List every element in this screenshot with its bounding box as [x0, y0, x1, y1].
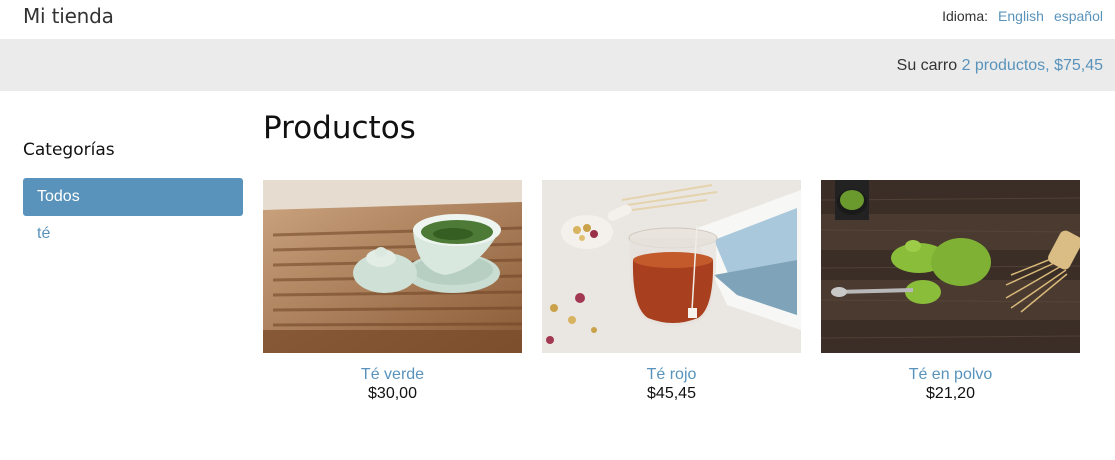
matcha-powder-photo [821, 180, 1080, 353]
product-price: $21,20 [926, 385, 975, 402]
product-card: Té rojo $45,45 [542, 180, 801, 403]
product-image-link[interactable] [542, 180, 801, 353]
page-title: Productos [263, 110, 416, 146]
cart-bar: Su carro 2 productos, $75,45 [0, 39, 1115, 91]
product-price: $45,45 [647, 385, 696, 402]
category-list: Todos té [23, 178, 243, 254]
red-tea-photo [542, 180, 801, 353]
cart-summary: Su carro 2 productos, $75,45 [897, 57, 1103, 75]
cart-link[interactable]: 2 productos, $75,45 [962, 57, 1103, 74]
categories-heading: Categorías [23, 140, 115, 160]
language-switcher: Idioma: English español [942, 8, 1103, 24]
product-image-link[interactable] [263, 180, 522, 353]
language-english-link[interactable]: English [998, 8, 1044, 24]
main-content: Productos Té verde $30,00 Té rojo $45,45… [263, 110, 1093, 403]
category-item-te[interactable]: té [23, 216, 243, 254]
green-tea-photo [263, 180, 522, 353]
language-label: Idioma: [942, 8, 989, 24]
product-card: Té en polvo $21,20 [821, 180, 1080, 403]
category-item-todos[interactable]: Todos [23, 178, 243, 216]
product-grid: Té verde $30,00 Té rojo $45,45 Té en pol… [263, 180, 1093, 403]
product-name-link[interactable]: Té rojo [542, 366, 801, 384]
product-price: $30,00 [368, 385, 417, 402]
site-title-link[interactable]: Mi tienda [23, 4, 114, 28]
category-sidebar: Categorías Todos té [23, 140, 243, 254]
product-name-link[interactable]: Té verde [263, 366, 522, 384]
product-image-link[interactable] [821, 180, 1080, 353]
language-spanish-link[interactable]: español [1054, 8, 1103, 24]
cart-label: Su carro [896, 57, 958, 74]
product-card: Té verde $30,00 [263, 180, 522, 403]
site-header: Mi tienda Idioma: English español [0, 0, 1115, 39]
product-name-link[interactable]: Té en polvo [821, 366, 1080, 384]
